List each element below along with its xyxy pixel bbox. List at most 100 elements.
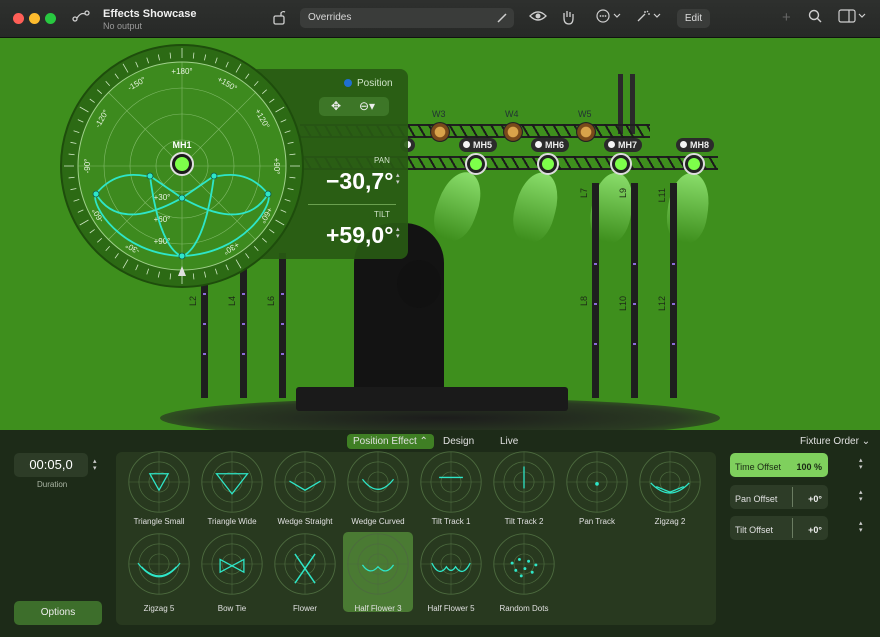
- title-bar: Effects Showcase No output Overrides Edi…: [0, 0, 880, 38]
- offset-stepper[interactable]: ▴ ▾: [859, 457, 863, 471]
- offset-name: Tilt Offset: [735, 525, 774, 535]
- light-beam: [427, 166, 489, 246]
- options-button[interactable]: Options: [14, 601, 102, 625]
- effect-tile[interactable]: Bow Tie: [197, 532, 267, 613]
- effect-preview-icon: [201, 533, 263, 595]
- effect-tile[interactable]: Wedge Straight: [270, 450, 340, 530]
- search-icon[interactable]: [808, 9, 822, 28]
- eye-icon[interactable]: [529, 9, 547, 28]
- duration-field[interactable]: 00:05,0: [14, 453, 88, 477]
- effect-tile[interactable]: Triangle Wide: [197, 450, 267, 530]
- position-title: Position: [357, 78, 393, 89]
- offset-field[interactable]: Pan Offset +0°: [730, 485, 828, 509]
- bar-label: L2: [188, 296, 198, 307]
- wash-fixture-w4[interactable]: [503, 122, 523, 142]
- effect-tile[interactable]: Flower: [270, 532, 340, 613]
- moving-head-label: MH5: [473, 140, 493, 150]
- effect-preview-icon: [493, 451, 555, 513]
- offset-stepper[interactable]: ▴ ▾: [859, 489, 863, 503]
- offset-name: Pan Offset: [735, 494, 778, 504]
- tilt-stepper[interactable]: ▴ ▾: [396, 226, 400, 240]
- fixture-label: MH1: [172, 140, 191, 150]
- effect-preview-icon: [420, 451, 482, 513]
- pan-value[interactable]: −30,7°: [326, 168, 393, 195]
- effect-tile[interactable]: Wedge Curved: [343, 450, 413, 530]
- ellipsis-menu-icon[interactable]: ⊖▾: [359, 99, 375, 113]
- document-title: Effects Showcase: [103, 8, 197, 20]
- moving-head-fixture[interactable]: [537, 153, 559, 175]
- bar-label: L12: [657, 296, 667, 312]
- move-icon[interactable]: ✥: [331, 99, 341, 113]
- chevron-down-icon: ⌄: [861, 436, 871, 447]
- overrides-field[interactable]: Overrides: [300, 8, 514, 28]
- bar-label: L7: [579, 188, 589, 199]
- minimize-window-button[interactable]: [29, 13, 40, 24]
- close-window-button[interactable]: [13, 13, 24, 24]
- led-bar[interactable]: [631, 183, 638, 398]
- ellipsis-menu-icon[interactable]: [596, 9, 622, 28]
- led-bar[interactable]: [670, 183, 677, 398]
- bar-label: L10: [618, 296, 628, 312]
- moving-head-label: MH7: [618, 140, 638, 150]
- moving-head-tag[interactable]: MH7: [604, 138, 643, 152]
- zoom-window-button[interactable]: [45, 13, 56, 24]
- moving-head-tag[interactable]: MH5: [459, 138, 498, 152]
- lock-open-icon[interactable]: [272, 9, 286, 30]
- led-bar[interactable]: [592, 183, 599, 398]
- position-dial[interactable]: +180° -150° +150° -120° +120° -90° +90° …: [60, 44, 304, 288]
- offset-field[interactable]: Tilt Offset +0°: [730, 516, 828, 540]
- fixture-order-menu[interactable]: Fixture Order ⌄: [800, 436, 870, 447]
- effect-tile[interactable]: Half Flower 5: [416, 532, 486, 613]
- position-mode-segment[interactable]: ✥ ⊖▾: [319, 97, 389, 116]
- tab-live[interactable]: Live: [500, 434, 518, 449]
- dial-label: +30°: [154, 193, 171, 202]
- effect-tile[interactable]: Pan Track: [562, 450, 632, 530]
- effect-label: Zigzag 2: [654, 517, 686, 526]
- wash-fixture-w3[interactable]: [430, 122, 450, 142]
- tab-position-effect[interactable]: Position Effect ⌃: [347, 434, 434, 449]
- offset-value: +0°: [808, 525, 822, 535]
- effect-preview-icon: [274, 451, 336, 513]
- effect-tile[interactable]: Half Flower 3: [343, 532, 413, 613]
- route-icon[interactable]: [72, 9, 90, 28]
- bar-label: L4: [227, 296, 237, 307]
- paintbrush-icon[interactable]: [496, 12, 508, 24]
- effect-tile[interactable]: Tilt Track 2: [489, 450, 559, 530]
- effect-tile[interactable]: Random Dots: [489, 532, 559, 613]
- bar-label: L8: [579, 296, 589, 307]
- tab-design[interactable]: Design: [443, 434, 474, 449]
- moving-head-fixture[interactable]: [683, 153, 705, 175]
- position-color-dot: [344, 79, 352, 87]
- chevron-updown-icon: ⌃: [419, 436, 428, 447]
- moving-head-fixture[interactable]: [465, 153, 487, 175]
- duration-stepper[interactable]: ▴ ▾: [93, 458, 97, 472]
- effect-preview-icon: [347, 533, 409, 595]
- plus-icon[interactable]: +: [782, 9, 791, 27]
- wash-fixture-w5[interactable]: [576, 122, 596, 142]
- moving-head-tag[interactable]: MH6: [531, 138, 570, 152]
- effect-tile[interactable]: Zigzag 5: [124, 532, 194, 613]
- tilt-value[interactable]: +59,0°: [326, 222, 393, 249]
- layout-icon[interactable]: [838, 9, 868, 28]
- effect-tile[interactable]: Triangle Small: [124, 450, 194, 530]
- offset-stepper[interactable]: ▴ ▾: [859, 520, 863, 534]
- divider: [792, 487, 793, 507]
- offset-value: +0°: [808, 494, 822, 504]
- effect-preview-icon: [128, 533, 190, 595]
- pan-stepper[interactable]: ▴ ▾: [396, 172, 400, 186]
- moving-head-fixture[interactable]: [610, 153, 632, 175]
- offset-field[interactable]: Time Offset 100 %: [730, 453, 828, 477]
- hand-icon[interactable]: [561, 9, 575, 30]
- edit-button[interactable]: Edit: [677, 9, 710, 28]
- effect-tile[interactable]: Zigzag 2: [635, 450, 705, 530]
- moving-head-tag[interactable]: MH8: [676, 138, 715, 152]
- effect-tile[interactable]: Tilt Track 1: [416, 450, 486, 530]
- sparkles-menu-icon[interactable]: [636, 9, 662, 28]
- effect-preview-icon: [201, 451, 263, 513]
- overrides-label: Overrides: [308, 12, 352, 23]
- offset-name: Time Offset: [735, 462, 782, 472]
- dial-label: +180°: [171, 67, 192, 76]
- wash-label: W5: [578, 109, 592, 119]
- dj-deck: [296, 387, 568, 411]
- dj-head: [397, 260, 441, 308]
